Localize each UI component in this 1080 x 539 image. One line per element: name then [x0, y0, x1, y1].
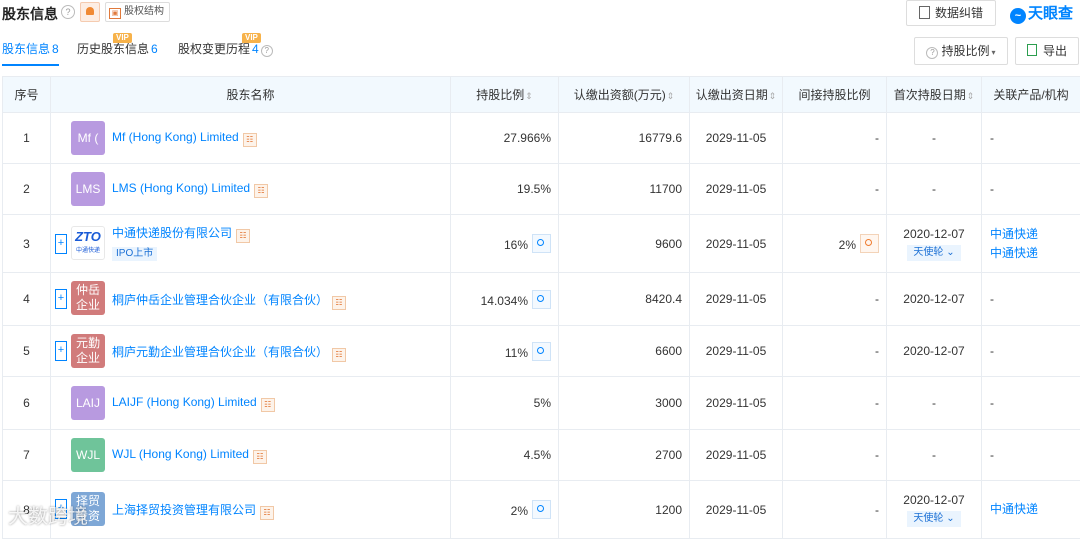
history-icon[interactable] [532, 290, 551, 309]
shareholder-link[interactable]: 桐庐仲岳企业管理合伙企业（有限合伙）☷ [112, 291, 346, 310]
watermark: 大数跨境 [8, 500, 88, 529]
avatar: Mf ( [71, 121, 105, 155]
table-row: 5 + 元勤企业 桐庐元勤企业管理合伙企业（有限合伙）☷ 11% 6600 20… [3, 326, 1080, 377]
history-icon[interactable] [532, 234, 551, 253]
help-icon[interactable]: ? [261, 45, 273, 57]
avatar: 元勤企业 [71, 334, 105, 368]
document-icon [919, 6, 930, 19]
shareholder-name-cell: LMS LMS (Hong Kong) Limited☷ [51, 164, 451, 215]
related-link[interactable]: 中通快递 [990, 244, 1080, 263]
sort-icon: ⇕ [525, 91, 533, 101]
col-header-ratio[interactable]: 持股比例⇕ [451, 77, 559, 113]
excel-icon [1027, 44, 1037, 56]
table-row: 2 LMS LMS (Hong Kong) Limited☷ 19.5% 117… [3, 164, 1080, 215]
help-icon[interactable]: ? [61, 5, 75, 19]
shareholder-name-cell: WJL WJL (Hong Kong) Limited☷ [51, 430, 451, 481]
history-icon[interactable] [532, 500, 551, 519]
section-title: 股东信息 [2, 4, 58, 24]
company-logo: ZTO中通快递 [71, 226, 105, 260]
page-header: 股东信息 ? ▣股权结构 数据纠错 ~天眼查 [0, 0, 1080, 26]
shareholder-link[interactable]: Mf (Hong Kong) Limited☷ [112, 130, 257, 147]
penetration-icon[interactable] [860, 234, 879, 253]
tab-shareholders[interactable]: 股东信息8 [2, 40, 59, 57]
equity-icon[interactable]: ☷ [332, 348, 346, 362]
col-header-date[interactable]: 认缴出资日期⇕ [690, 77, 783, 113]
col-header-first-date[interactable]: 首次持股日期⇕ [887, 77, 982, 113]
avatar: LAIJ [71, 386, 105, 420]
tianyancha-logo: ~天眼查 [1010, 2, 1073, 24]
table-row: 6 LAIJ LAIJF (Hong Kong) Limited☷ 5% 300… [3, 377, 1080, 430]
vip-badge: VIP [242, 33, 261, 43]
avatar: WJL [71, 438, 105, 472]
shareholder-link[interactable]: LAIJF (Hong Kong) Limited☷ [112, 395, 275, 412]
expand-icon[interactable]: + [55, 341, 67, 361]
sort-icon: ⇕ [769, 91, 777, 101]
shareholder-name-cell: + 择贸投资 上海择贸投资管理有限公司☷ [51, 481, 451, 539]
sort-dropdown[interactable]: ?持股比例▾ [914, 37, 1008, 65]
equity-icon[interactable]: ☷ [332, 296, 346, 310]
data-error-button[interactable]: 数据纠错 [906, 0, 996, 26]
chevron-down-icon: ▾ [992, 48, 996, 57]
shareholder-name-cell: + ZTO中通快递 中通快递股份有限公司☷ IPO上市 [51, 215, 451, 273]
equity-icon: ▣ [109, 8, 121, 19]
history-icon[interactable] [532, 342, 551, 361]
sort-icon: ⇕ [667, 91, 675, 101]
sort-icon: ⇕ [967, 91, 975, 101]
chevron-down-icon: ⌄ [946, 513, 954, 524]
round-badge[interactable]: 天使轮 ⌄ [907, 511, 960, 527]
table-header-row: 序号 股东名称 持股比例⇕ 认缴出资额(万元)⇕ 认缴出资日期⇕ 间接持股比例 … [3, 77, 1080, 113]
equity-icon[interactable]: ☷ [236, 229, 250, 243]
shareholder-link[interactable]: 中通快递股份有限公司☷ [112, 224, 250, 243]
equity-icon[interactable]: ☷ [261, 398, 275, 412]
round-badge[interactable]: 天使轮 ⌄ [907, 245, 960, 261]
shareholder-link[interactable]: WJL (Hong Kong) Limited☷ [112, 447, 267, 464]
table-row: 4 + 仲岳企业 桐庐仲岳企业管理合伙企业（有限合伙）☷ 14.034% 842… [3, 273, 1080, 326]
avatar: LMS [71, 172, 105, 206]
expand-icon[interactable]: + [55, 289, 67, 309]
related-link[interactable]: 中通快递 [990, 225, 1080, 244]
ipo-badge: IPO上市 [112, 247, 157, 261]
col-header-indirect: 间接持股比例 [783, 77, 887, 113]
export-button[interactable]: 导出 [1015, 37, 1079, 65]
table-row: 1 Mf ( Mf (Hong Kong) Limited☷ 27.966% 1… [3, 113, 1080, 164]
bell-icon[interactable] [80, 2, 100, 22]
col-header-amount[interactable]: 认缴出资额(万元)⇕ [559, 77, 690, 113]
table-row: 8 + 择贸投资 上海择贸投资管理有限公司☷ 2% 1200 2029-11-0… [3, 481, 1080, 539]
shareholder-link[interactable]: LMS (Hong Kong) Limited☷ [112, 181, 268, 198]
shareholder-link[interactable]: 上海择贸投资管理有限公司☷ [112, 501, 274, 520]
shareholder-name-cell: + 仲岳企业 桐庐仲岳企业管理合伙企业（有限合伙）☷ [51, 273, 451, 326]
vip-badge: VIP [113, 33, 132, 43]
shareholder-name-cell: + 元勤企业 桐庐元勤企业管理合伙企业（有限合伙）☷ [51, 326, 451, 377]
tab-history-shareholders[interactable]: VIP 历史股东信息6 [77, 40, 158, 57]
expand-icon[interactable]: + [55, 234, 67, 254]
equity-structure-button[interactable]: ▣股权结构 [105, 2, 170, 22]
shareholder-link[interactable]: 桐庐元勤企业管理合伙企业（有限合伙）☷ [112, 343, 346, 362]
shareholder-table: 序号 股东名称 持股比例⇕ 认缴出资额(万元)⇕ 认缴出资日期⇕ 间接持股比例 … [2, 76, 1080, 539]
shareholder-name-cell: Mf ( Mf (Hong Kong) Limited☷ [51, 113, 451, 164]
help-icon: ? [926, 47, 938, 59]
avatar: 仲岳企业 [71, 281, 105, 315]
col-header-no: 序号 [3, 77, 51, 113]
logo-icon: ~ [1010, 8, 1026, 24]
equity-icon[interactable]: ☷ [254, 184, 268, 198]
equity-icon[interactable]: ☷ [253, 450, 267, 464]
chevron-down-icon: ⌄ [946, 247, 954, 258]
shareholder-name-cell: LAIJ LAIJF (Hong Kong) Limited☷ [51, 377, 451, 430]
equity-icon[interactable]: ☷ [243, 133, 257, 147]
related-link[interactable]: 中通快递 [990, 500, 1080, 519]
col-header-related: 关联产品/机构 [982, 77, 1080, 113]
col-header-name: 股东名称 [51, 77, 451, 113]
tab-equity-changes[interactable]: VIP 股权变更历程4? [178, 40, 273, 57]
equity-icon[interactable]: ☷ [260, 506, 274, 520]
table-row: 3 + ZTO中通快递 中通快递股份有限公司☷ IPO上市 16% 9600 2… [3, 215, 1080, 273]
table-row: 7 WJL WJL (Hong Kong) Limited☷ 4.5% 2700… [3, 430, 1080, 481]
